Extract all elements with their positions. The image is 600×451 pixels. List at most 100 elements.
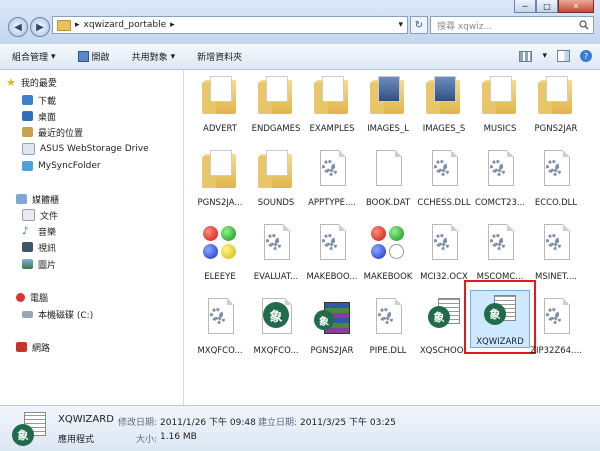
dll-gear-icon: [536, 148, 576, 192]
file-name: IMAGES_S: [422, 124, 466, 134]
folder-icon: [200, 74, 240, 118]
minimize-button[interactable]: ─: [514, 0, 536, 13]
sidebar-label: 文件: [40, 211, 59, 222]
folder-item-advert[interactable]: ADVERT: [190, 72, 250, 136]
file-item-msinet[interactable]: MSINET....: [526, 220, 586, 284]
file-item-mxqfco-dll[interactable]: MXQFCO...: [190, 294, 250, 358]
file-name: CCHESS.DLL: [417, 198, 471, 208]
search-input[interactable]: 搜尋 xqwiz...: [430, 16, 594, 34]
address-bar[interactable]: ▸ xqwizard_portable ▸ ▾: [52, 16, 408, 34]
dll-gear-icon: [368, 296, 408, 340]
size-value: 1.16 MB: [160, 432, 197, 442]
sidebar-favorites[interactable]: ★ 我的最愛: [6, 74, 57, 90]
preview-pane-icon[interactable]: [557, 50, 570, 62]
documents-icon: [22, 209, 35, 221]
xiangqi-glyph: 象: [484, 303, 506, 325]
folder-icon: [480, 74, 520, 118]
folder-item-images-s[interactable]: IMAGES_S: [414, 72, 474, 136]
xiangqi-glyph: 象: [428, 306, 450, 328]
file-item-book-dat[interactable]: BOOK.DAT: [358, 146, 418, 210]
file-item-mci32-ocx[interactable]: MCI32.OCX: [414, 220, 474, 284]
folder-item-sounds[interactable]: SOUNDS: [246, 146, 306, 210]
folder-item-examples[interactable]: EXAMPLES: [302, 72, 362, 136]
sidebar-item-music[interactable]: ♪ 音樂: [22, 223, 56, 239]
file-name: IMAGES_L: [367, 124, 409, 134]
breadcrumb-separator[interactable]: ▸: [170, 20, 175, 30]
file-item-comct23[interactable]: COMCT23...: [470, 146, 530, 210]
close-button[interactable]: ✕: [558, 0, 594, 13]
folder-item-musics[interactable]: MUSICS: [470, 72, 530, 136]
sidebar-label: 網路: [32, 343, 51, 354]
sidebar-label: 圖片: [38, 260, 57, 271]
maximize-button[interactable]: □: [536, 0, 558, 13]
file-list: ADVERT ENDGAMES EXAMPLES IMAGES_L IMAGES…: [184, 70, 600, 405]
sidebar-label: 電腦: [30, 293, 49, 304]
file-name: SOUNDS: [257, 198, 295, 208]
dll-gear-icon: [536, 296, 576, 340]
file-item-makeboo[interactable]: MAKEBOO...: [302, 220, 362, 284]
open-label: 開啟: [91, 53, 110, 63]
file-name: XQWIZARD: [476, 337, 524, 347]
file-item-makebook[interactable]: MAKEBOOK: [358, 220, 418, 284]
sidebar-item-pictures[interactable]: 圖片: [22, 256, 56, 272]
sidebar-item-videos[interactable]: 視訊: [22, 239, 56, 255]
picture-folder-icon: [424, 74, 464, 118]
sidebar-item-downloads[interactable]: 下載: [22, 92, 56, 108]
file-item-ecco-dll[interactable]: ECCO.DLL: [526, 146, 586, 210]
cloud-drive-icon: [22, 143, 35, 155]
file-item-cchess-dll[interactable]: CCHESS.DLL: [414, 146, 474, 210]
folder-item-pgns2ja[interactable]: PGNS2JA...: [190, 146, 250, 210]
breadcrumb-segment[interactable]: xqwizard_portable: [84, 20, 167, 30]
sidebar-item-mysyncfolder[interactable]: MySyncFolder: [22, 158, 101, 174]
sidebar-item-local-disk[interactable]: 本機磁碟 (C:): [22, 306, 93, 322]
file-item-apptype[interactable]: APPTYPE....: [302, 146, 362, 210]
recent-places-icon: [22, 127, 33, 137]
folder-item-pgns2jar[interactable]: PGNS2JAR: [526, 72, 586, 136]
file-item-eleeye[interactable]: ELEEYE: [190, 220, 250, 284]
open-button[interactable]: 開啟: [77, 50, 110, 63]
file-item-pgns2jar-exe[interactable]: 象 PGNS2JAR: [302, 294, 362, 358]
file-item-evaluat[interactable]: EVALUAT...: [246, 220, 306, 284]
back-button[interactable]: ◀: [8, 17, 28, 37]
sidebar-network[interactable]: 網路: [16, 339, 50, 355]
chevron-down-icon: ▾: [170, 51, 176, 62]
network-icon: [16, 342, 27, 352]
folder-item-images-l[interactable]: IMAGES_L: [358, 72, 418, 136]
sidebar-libraries[interactable]: 媒體櫃: [16, 191, 59, 207]
file-name: MXQFCO...: [197, 346, 243, 356]
new-folder-button[interactable]: 新增資料夾: [197, 50, 242, 63]
file-name: PGNS2JA...: [197, 198, 243, 208]
sidebar-item-recent[interactable]: 最近的位置: [22, 124, 83, 140]
sidebar-item-desktop[interactable]: 桌面: [22, 108, 56, 124]
organize-label: 組合管理: [12, 53, 49, 63]
breadcrumb-separator[interactable]: ▸: [75, 20, 80, 30]
share-button[interactable]: 共用對象 ▾: [132, 50, 176, 64]
address-dropdown[interactable]: ▾: [398, 20, 403, 30]
desktop-icon: [22, 111, 33, 121]
dll-gear-icon: [536, 222, 576, 266]
refresh-button[interactable]: ↻: [410, 16, 428, 34]
forward-button[interactable]: ▶: [30, 17, 50, 37]
file-item-mxqfco-exe[interactable]: 象 MXQFCO...: [246, 294, 306, 358]
sidebar-label: 視訊: [38, 243, 57, 254]
sidebar-item-asus-webstorage[interactable]: ASUS WebStorage Drive: [22, 141, 149, 157]
sidebar-computer[interactable]: 電腦: [16, 289, 48, 305]
view-dropdown-icon[interactable]: ▾: [542, 51, 547, 61]
organize-button[interactable]: 組合管理 ▾: [12, 50, 56, 64]
sidebar-label: 媒體櫃: [32, 195, 60, 206]
chess-balls-icon: [200, 222, 240, 266]
file-item-mscomc[interactable]: MSCOMC...: [470, 220, 530, 284]
file-item-xqwizard[interactable]: 象 XQWIZARD: [470, 290, 530, 348]
folder-item-endgames[interactable]: ENDGAMES: [246, 72, 306, 136]
back-arrow-icon: ◀: [14, 21, 22, 33]
sidebar-item-documents[interactable]: 文件: [22, 207, 58, 223]
sync-folder-icon: [22, 161, 33, 171]
file-name: COMCT23...: [474, 198, 525, 208]
file-item-pipe-dll[interactable]: PIPE.DLL: [358, 294, 418, 358]
file-item-zip32z64[interactable]: ZIP32Z64....: [526, 294, 586, 358]
navigation-pane: ★ 我的最愛 下載 桌面 最近的位置 ASUS WebStorage Drive…: [0, 70, 184, 405]
library-icon: [16, 194, 27, 204]
view-options-icon[interactable]: [519, 50, 533, 62]
folder-icon: [200, 148, 240, 192]
help-icon[interactable]: ?: [580, 50, 592, 62]
